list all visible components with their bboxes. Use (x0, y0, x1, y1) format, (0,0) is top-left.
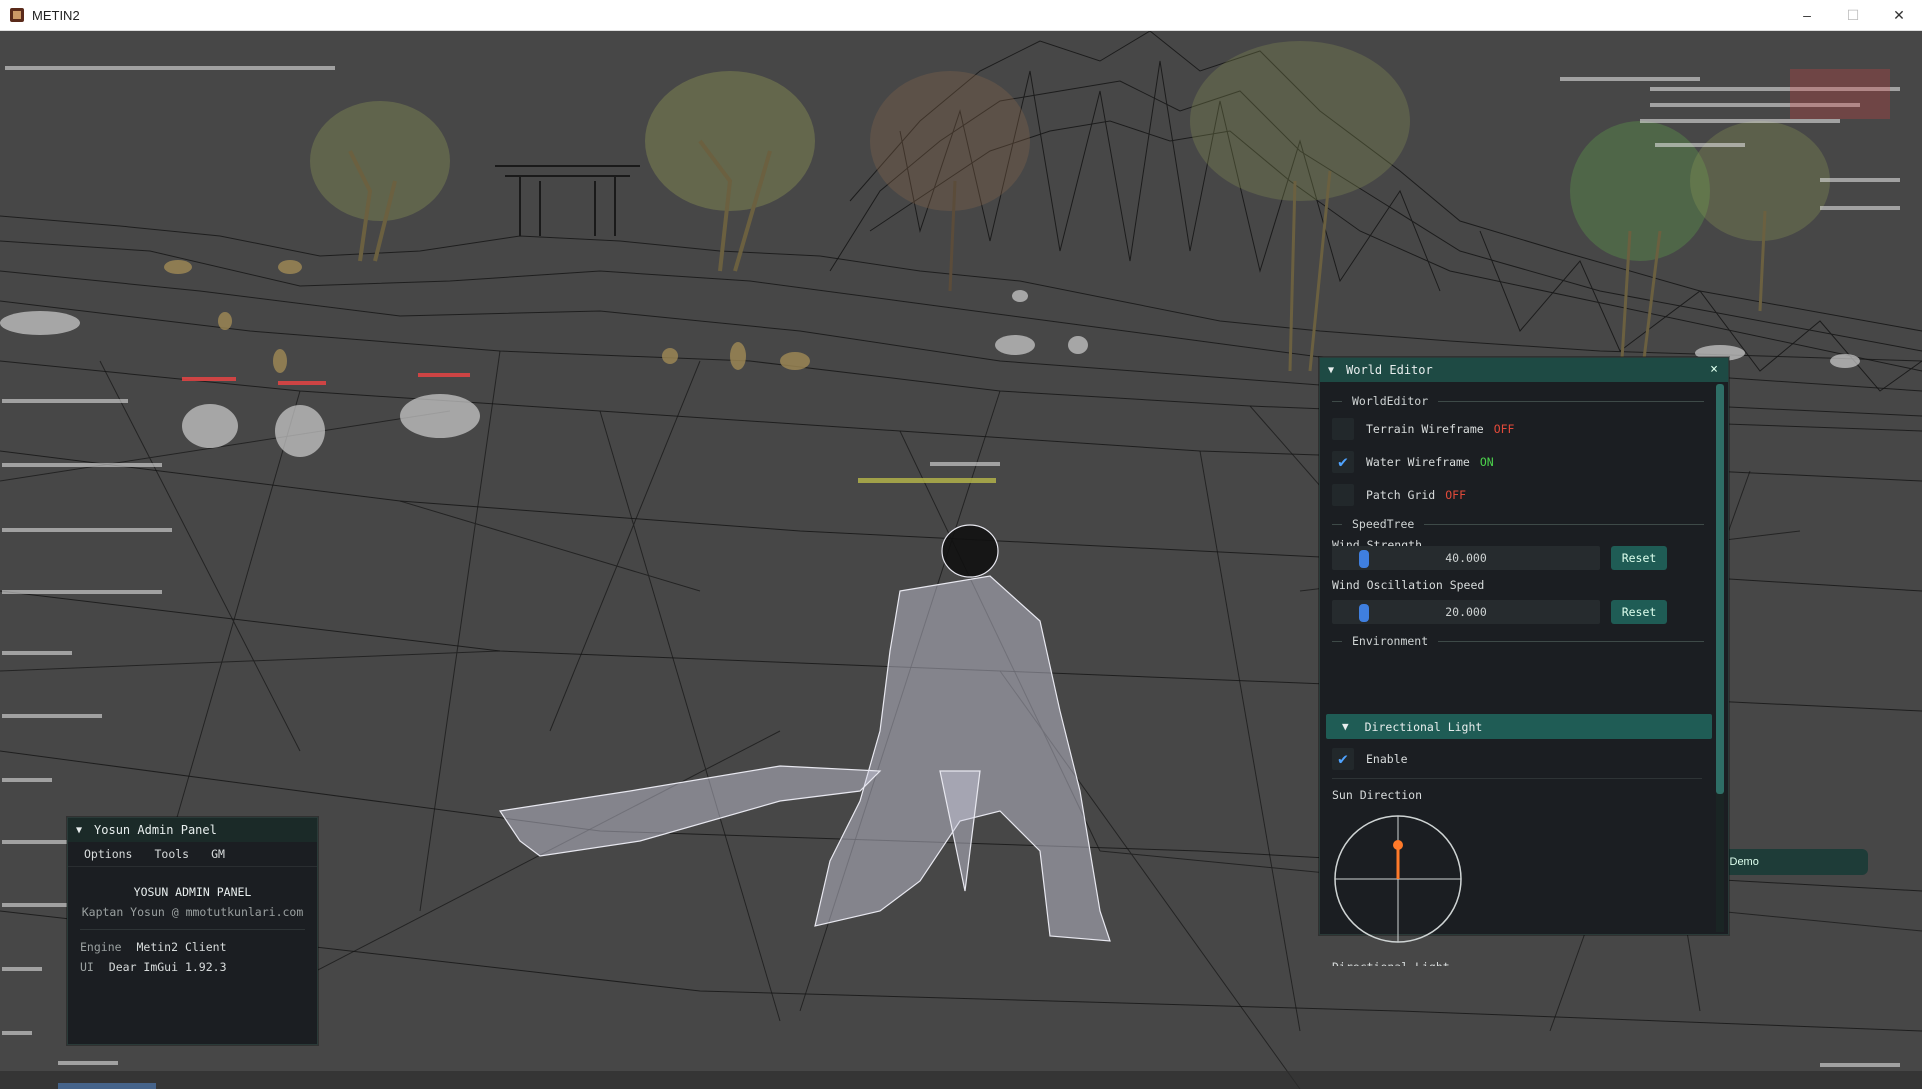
window-titlebar[interactable]: METIN2 – ☐ ✕ (0, 0, 1922, 31)
wind-oscillation-reset-button[interactable]: Reset (1611, 600, 1667, 624)
menu-tools[interactable]: Tools (154, 847, 189, 861)
patch-grid-label: Patch Grid (1366, 487, 1436, 502)
wind-strength-slider[interactable]: 40.000 (1332, 546, 1600, 570)
maximize-button[interactable]: ☐ (1830, 0, 1876, 30)
section-speedtree: SpeedTree (1332, 517, 1704, 531)
admin-panel-window[interactable]: ▼ Yosun Admin Panel Options Tools GM YOS… (67, 817, 318, 1045)
close-button[interactable]: ✕ (1876, 0, 1922, 30)
sun-direction-label: Sun Direction (1332, 788, 1423, 802)
directional-light-cutoff-label: Directional Light (1332, 956, 1450, 966)
close-icon[interactable]: × (1710, 362, 1718, 377)
engine-row: Engine Metin2 Client (80, 940, 305, 954)
directional-light-header-label: Directional Light (1364, 719, 1483, 734)
admin-panel-title: Yosun Admin Panel (94, 823, 217, 837)
water-wireframe-label: Water Wireframe (1366, 454, 1470, 469)
minimize-button[interactable]: – (1784, 0, 1830, 30)
window-controls: – ☐ ✕ (1784, 0, 1922, 30)
terrain-wireframe-row[interactable]: Terrain Wireframe OFF (1332, 412, 1704, 445)
world-editor-window[interactable]: ▼ World Editor × WorldEditor Terrain Wir… (1319, 357, 1729, 966)
terrain-wireframe-label: Terrain Wireframe (1366, 421, 1484, 436)
water-wireframe-checkbox[interactable]: ✔ (1332, 450, 1354, 473)
patch-grid-checkbox[interactable] (1332, 483, 1354, 506)
divider (1332, 778, 1702, 779)
admin-heading: YOSUN ADMIN PANEL (133, 885, 252, 899)
window-title: METIN2 (32, 7, 80, 23)
water-wireframe-row[interactable]: ✔ Water Wireframe ON (1332, 445, 1704, 478)
collapse-triangle-icon[interactable]: ▼ (76, 825, 82, 836)
checkmark-icon: ✔ (1338, 452, 1348, 471)
patch-grid-state: OFF (1445, 487, 1467, 502)
expanded-triangle-icon: ▼ (1342, 720, 1349, 733)
engine-key: Engine (80, 940, 122, 954)
section-worldeditor: WorldEditor (1332, 394, 1704, 408)
game-viewport[interactable]: i Demo ▼ World Editor × WorldEditor Terr… (0, 31, 1922, 1089)
menu-options[interactable]: Options (84, 847, 132, 861)
world-editor-titlebar[interactable]: ▼ World Editor × (1320, 358, 1728, 382)
ui-row: UI Dear ImGui 1.92.3 (80, 960, 305, 974)
world-editor-title: World Editor (1346, 363, 1433, 377)
wind-oscillation-value: 20.000 (1445, 605, 1487, 619)
admin-author: Kaptan Yosun @ mmotutkunlari.com (81, 905, 304, 919)
wind-strength-reset-button[interactable]: Reset (1611, 546, 1667, 570)
patch-grid-row[interactable]: Patch Grid OFF (1332, 478, 1704, 511)
world-editor-scrollbar-thumb[interactable] (1716, 384, 1724, 794)
metin2-app-icon (10, 8, 24, 22)
terrain-wireframe-state: OFF (1493, 421, 1515, 436)
admin-panel-body: YOSUN ADMIN PANEL Kaptan Yosun @ mmotutk… (68, 867, 317, 974)
terrain-wireframe-checkbox[interactable] (1332, 417, 1354, 440)
water-wireframe-state: ON (1479, 454, 1494, 469)
enable-label: Enable (1366, 751, 1408, 766)
enable-directional-light-row[interactable]: ✔ Enable (1332, 742, 1408, 775)
ui-value: Dear ImGui 1.92.3 (108, 960, 227, 974)
demo-tab-label: i Demo (1724, 856, 1759, 868)
world-editor-body: WorldEditor Terrain Wireframe OFF ✔ Wate… (1320, 382, 1728, 555)
sun-direction-widget[interactable] (1332, 813, 1464, 945)
bottom-hud-strip (0, 1071, 1922, 1089)
wind-oscillation-label: Wind Oscillation Speed (1332, 578, 1485, 592)
wind-oscillation-slider[interactable]: 20.000 (1332, 600, 1600, 624)
engine-value: Metin2 Client (136, 940, 227, 954)
admin-panel-titlebar[interactable]: ▼ Yosun Admin Panel (68, 818, 317, 842)
ui-key: UI (80, 960, 94, 974)
menu-gm[interactable]: GM (211, 847, 225, 861)
player-nameplate (858, 478, 996, 483)
divider (80, 929, 305, 930)
collapse-triangle-icon[interactable]: ▼ (1328, 365, 1334, 376)
enable-checkbox[interactable]: ✔ (1332, 747, 1354, 770)
directional-light-header[interactable]: ▼ Directional Light (1326, 714, 1712, 739)
checkmark-icon: ✔ (1338, 749, 1348, 768)
wind-strength-value: 40.000 (1445, 551, 1487, 565)
section-environment: Environment (1332, 634, 1704, 648)
admin-menu-bar: Options Tools GM (68, 842, 317, 867)
